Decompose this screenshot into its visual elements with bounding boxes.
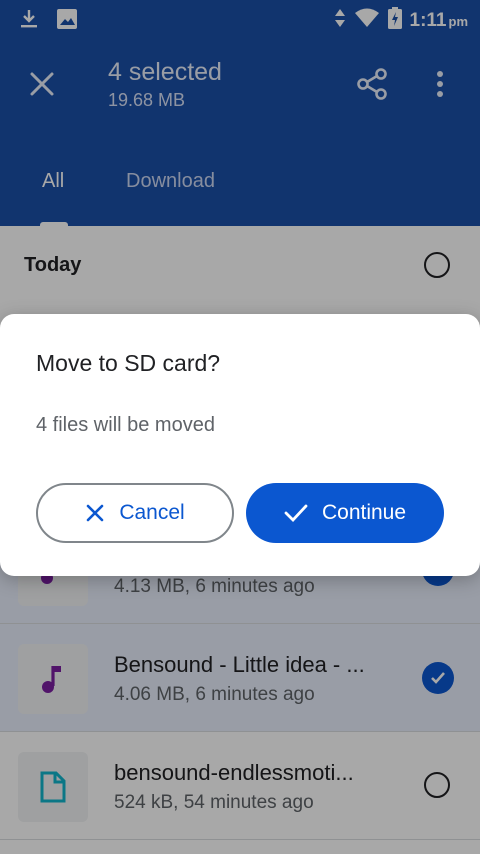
cancel-label: Cancel xyxy=(119,501,185,524)
cancel-button[interactable]: Cancel xyxy=(36,483,234,543)
continue-button[interactable]: Continue xyxy=(246,483,444,543)
dialog-title: Move to SD card? xyxy=(36,350,221,376)
close-icon xyxy=(87,504,104,522)
check-icon xyxy=(284,504,308,523)
continue-label: Continue xyxy=(321,501,407,524)
move-to-sd-dialog: Move to SD card? 4 files will be moved C… xyxy=(0,314,480,576)
dialog-message: 4 files will be moved xyxy=(36,414,215,436)
